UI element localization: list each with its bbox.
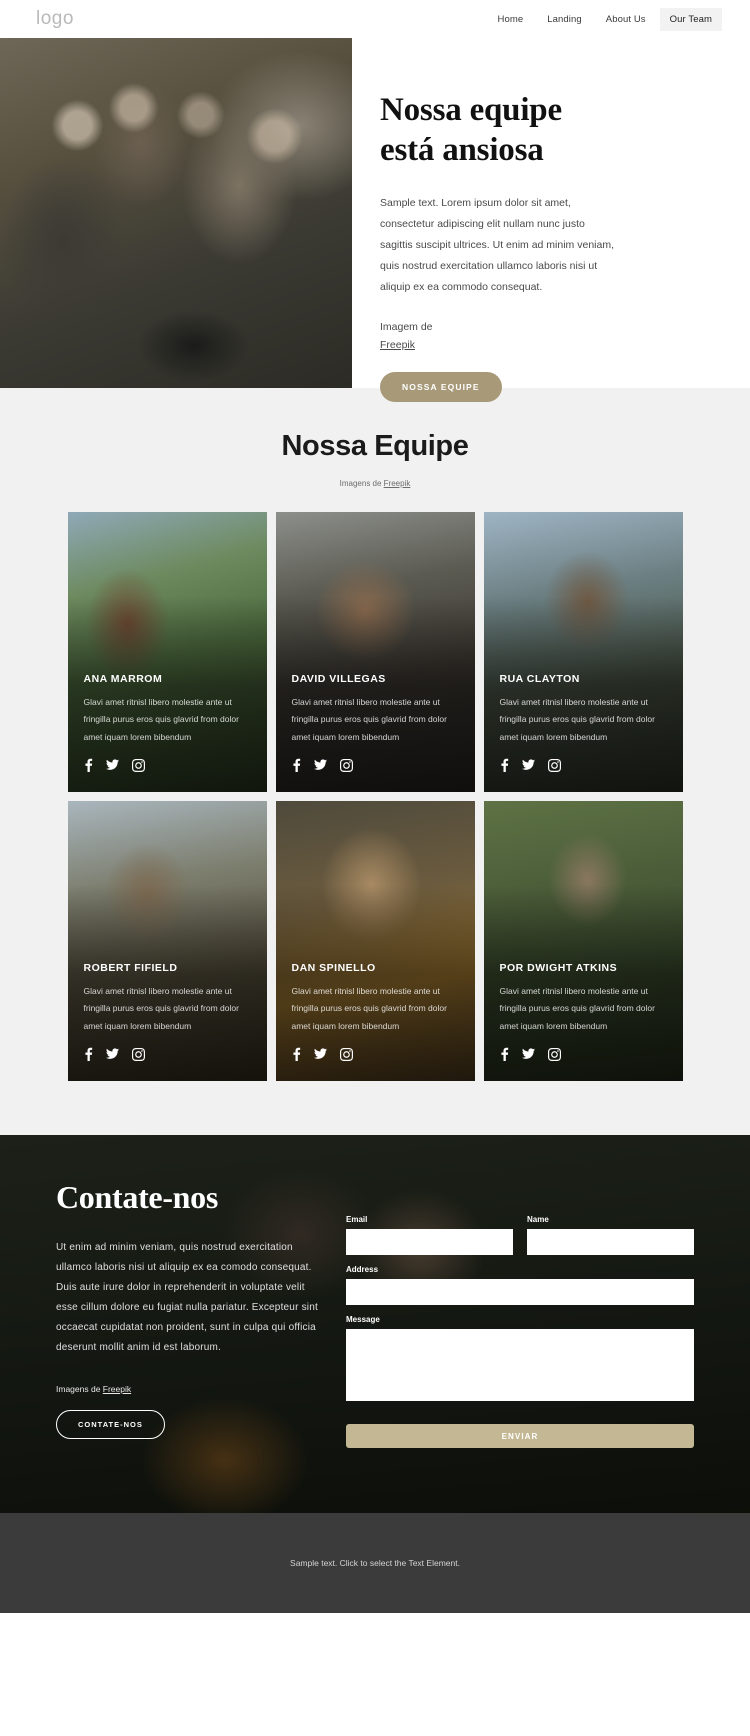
team-credit-prefix: Imagens de [339,479,384,488]
facebook-icon[interactable] [292,1047,301,1061]
footer-text: Sample text. Click to select the Text El… [290,1558,460,1568]
team-card-content: DAN SPINELLO Glavi amet ritnisl libero m… [292,962,461,1061]
site-header: logo Home Landing About Us Our Team [0,0,750,38]
facebook-icon[interactable] [500,758,509,772]
team-member-description: Glavi amet ritnisl libero molestie ante … [291,985,447,1031]
team-member-name: ANA MARROM [83,672,163,685]
contact-inner: Contate-nos Ut enim ad minim veniam, qui… [0,1135,750,1448]
contact-credit: Imagens de Freepik [56,1384,328,1394]
social-links [84,1047,253,1061]
facebook-icon[interactable] [292,758,301,772]
nav-item-about-us[interactable]: About Us [596,8,656,31]
instagram-icon[interactable] [547,758,561,772]
logo[interactable]: logo [36,8,74,30]
form-row-email-name: Email Name [346,1215,694,1265]
hero-credit-label: Imagem de [380,320,433,333]
page-title: Nossa equipe está ansiosa [380,90,695,171]
team-member-name: POR DWIGHT ATKINS [499,961,618,974]
hero-image-figures [0,38,352,388]
instagram-icon[interactable] [547,1047,561,1061]
twitter-icon[interactable] [105,1047,119,1061]
contact-body-text: Ut enim ad minim veniam, quis nostrud ex… [56,1242,318,1353]
field-email: Email [346,1215,513,1255]
contact-cta-button[interactable]: CONTATE-NOS [56,1410,165,1439]
team-card[interactable]: ROBERT FIFIELD Glavi amet ritnisl libero… [67,801,267,1081]
team-card-content: RUA CLAYTON Glavi amet ritnisl libero mo… [500,673,669,772]
name-field[interactable] [527,1229,694,1255]
nav-item-landing[interactable]: Landing [537,8,592,31]
hero-cta-button[interactable]: NOSSA EQUIPE [380,372,502,403]
hero-content: Nossa equipe está ansiosa Sample text. L… [352,38,750,403]
site-footer: Sample text. Click to select the Text El… [0,1513,750,1613]
twitter-icon[interactable] [521,758,535,772]
main-nav: Home Landing About Us Our Team [488,7,722,31]
hero-title-line-1: Nossa equipe [380,92,562,128]
instagram-icon[interactable] [339,1047,353,1061]
contact-form: Email Name Address Message ENVIAR [346,1179,694,1448]
nav-item-home[interactable]: Home [488,8,534,31]
hero-image [0,38,352,388]
contact-section: Contate-nos Ut enim ad minim veniam, qui… [0,1135,750,1513]
social-links [500,758,669,772]
team-section-title: Nossa Equipe [281,430,469,462]
message-field[interactable] [346,1329,694,1401]
twitter-icon[interactable] [521,1047,535,1061]
name-label: Name [527,1215,549,1224]
team-section-credit: Imagens de Freepik [0,479,750,488]
field-address: Address [346,1265,694,1305]
social-links [84,758,253,772]
social-links [500,1047,669,1061]
team-card-content: DAVID VILLEGAS Glavi amet ritnisl libero… [292,673,461,772]
address-label: Address [346,1265,379,1274]
social-links [292,1047,461,1061]
team-member-description: Glavi amet ritnisl libero molestie ante … [83,985,239,1031]
team-card-content: ANA MARROM Glavi amet ritnisl libero mol… [84,673,253,772]
social-links [292,758,461,772]
team-card[interactable]: POR DWIGHT ATKINS Glavi amet ritnisl lib… [483,801,683,1081]
team-card-content: POR DWIGHT ATKINS Glavi amet ritnisl lib… [500,962,669,1061]
team-card[interactable]: ANA MARROM Glavi amet ritnisl libero mol… [67,512,267,792]
email-field[interactable] [346,1229,513,1255]
hero-body-text: Sample text. Lorem ipsum dolor sit amet,… [380,196,614,293]
team-member-name: DAN SPINELLO [291,961,376,974]
team-card-content: ROBERT FIFIELD Glavi amet ritnisl libero… [84,962,253,1061]
team-card[interactable]: RUA CLAYTON Glavi amet ritnisl libero mo… [483,512,683,792]
twitter-icon[interactable] [105,758,119,772]
team-member-name: ROBERT FIFIELD [83,961,178,974]
team-member-description: Glavi amet ritnisl libero molestie ante … [83,696,239,742]
field-message: Message [346,1315,694,1406]
team-member-name: RUA CLAYTON [499,672,580,685]
team-section: Nossa Equipe Imagens de Freepik ANA MARR… [0,388,750,1135]
facebook-icon[interactable] [84,758,93,772]
team-member-description: Glavi amet ritnisl libero molestie ante … [291,696,447,742]
submit-button[interactable]: ENVIAR [346,1424,694,1448]
team-grid: ANA MARROM Glavi amet ritnisl libero mol… [0,512,750,1081]
hero-credit: Imagem de Freepik [380,318,695,355]
instagram-icon[interactable] [339,758,353,772]
team-card[interactable]: DAVID VILLEGAS Glavi amet ritnisl libero… [275,512,475,792]
twitter-icon[interactable] [313,1047,327,1061]
facebook-icon[interactable] [500,1047,509,1061]
hero-section: Nossa equipe está ansiosa Sample text. L… [0,38,750,403]
contact-title: Contate-nos [56,1179,219,1215]
team-credit-link[interactable]: Freepik [384,479,411,488]
team-member-description: Glavi amet ritnisl libero molestie ante … [499,985,655,1031]
team-member-name: DAVID VILLEGAS [291,672,386,685]
nav-item-our-team[interactable]: Our Team [659,7,722,31]
field-name: Name [527,1215,694,1255]
address-field[interactable] [346,1279,694,1305]
instagram-icon[interactable] [131,758,145,772]
instagram-icon[interactable] [131,1047,145,1061]
facebook-icon[interactable] [84,1047,93,1061]
hero-title-line-2: está ansiosa [380,132,544,169]
twitter-icon[interactable] [313,758,327,772]
contact-info: Contate-nos Ut enim ad minim veniam, qui… [56,1179,346,1448]
contact-credit-link[interactable]: Freepik [103,1384,131,1394]
email-label: Email [346,1215,368,1224]
team-card[interactable]: DAN SPINELLO Glavi amet ritnisl libero m… [275,801,475,1081]
team-member-description: Glavi amet ritnisl libero molestie ante … [499,696,655,742]
message-label: Message [346,1315,380,1324]
hero-credit-link[interactable]: Freepik [380,336,695,354]
contact-credit-prefix: Imagens de [56,1384,103,1394]
